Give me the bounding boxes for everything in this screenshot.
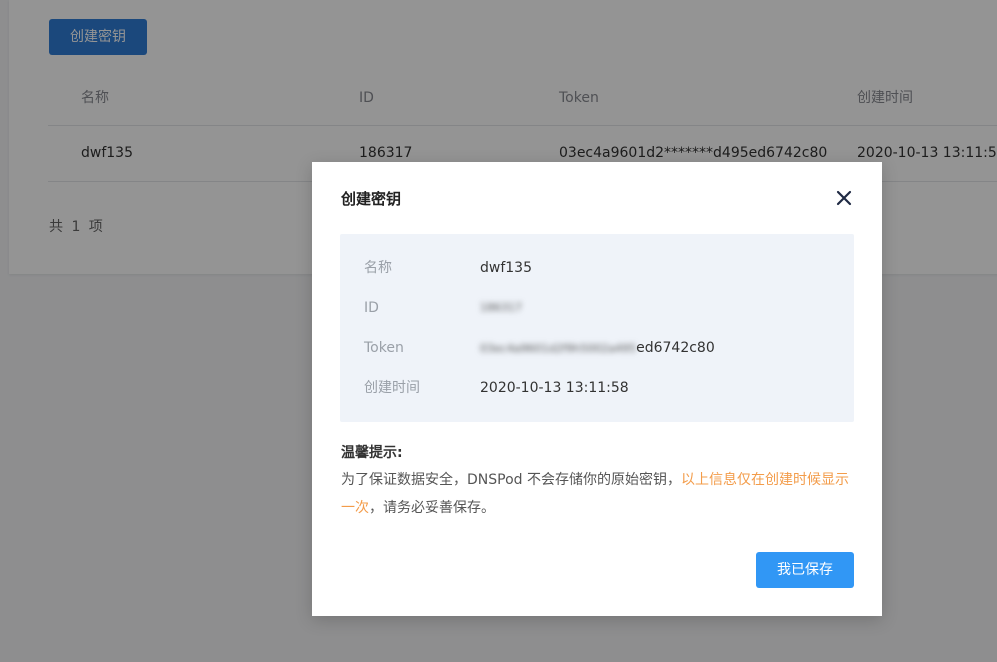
create-key-modal: 创建密钥 名称 dwf135 ID 186317 Token 03ec4a960… xyxy=(312,162,882,616)
info-value-name: dwf135 xyxy=(480,260,532,276)
info-row-id: ID 186317 xyxy=(364,296,844,320)
tip-body: 为了保证数据安全，DNSPod 不会存储你的原始密钥，以上信息仅在创建时候显示一… xyxy=(341,466,855,522)
tip-text: 为了保证数据安全，DNSPod 不会存储你的原始密钥， xyxy=(341,472,681,488)
info-label-created-time: 创建时间 xyxy=(364,380,420,396)
info-row-name: 名称 dwf135 xyxy=(364,256,844,280)
token-visible-part: ed6742c80 xyxy=(636,340,715,356)
key-info-box: 名称 dwf135 ID 186317 Token 03ec4a9601d2f9… xyxy=(340,234,854,422)
saved-confirm-button[interactable]: 我已保存 xyxy=(756,552,854,588)
page: 创建密钥 名称 ID Token 创建时间 dwf135 186317 03ec… xyxy=(0,0,997,662)
tip-text-tail: ，请务必妥善保存。 xyxy=(369,500,495,516)
info-label-token: Token xyxy=(364,340,404,356)
info-row-token: Token 03ec4a9601d2f9h5002a495ed6742c80 xyxy=(364,336,844,360)
close-icon[interactable] xyxy=(834,188,854,208)
info-label-id: ID xyxy=(364,300,379,316)
token-blurred-part: 03ec4a9601d2f9h5002a495 xyxy=(480,342,637,355)
info-label-name: 名称 xyxy=(364,260,392,276)
info-row-created-time: 创建时间 2020-10-13 13:11:58 xyxy=(364,376,844,400)
modal-title: 创建密钥 xyxy=(341,190,402,208)
info-value-created-time: 2020-10-13 13:11:58 xyxy=(480,380,629,396)
info-value-token: 03ec4a9601d2f9h5002a495ed6742c80 xyxy=(480,336,715,361)
info-value-id: 186317 xyxy=(480,301,522,314)
tip-title: 温馨提示: xyxy=(341,445,403,461)
